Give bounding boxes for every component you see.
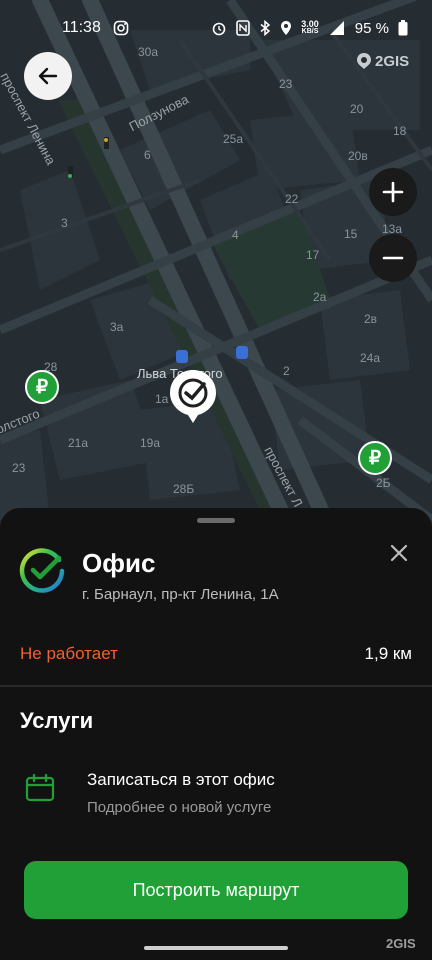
bottom-sheet[interactable]: Офис г. Барнаул, пр-кт Ленина, 1А Не раб… xyxy=(0,508,432,960)
calendar-icon xyxy=(25,773,55,802)
back-button[interactable] xyxy=(24,52,72,100)
plus-icon xyxy=(382,181,404,203)
zoom-in-button[interactable] xyxy=(369,168,417,216)
book-appointment-link[interactable]: Записаться в этот офис xyxy=(87,770,275,790)
map-view[interactable]: проспект Ленина Ползунова Толстого просп… xyxy=(0,0,432,530)
gesture-nav-bar[interactable] xyxy=(144,946,288,950)
network-4g-icon xyxy=(329,21,344,35)
house-number: 3 xyxy=(61,216,68,230)
service-details-link[interactable]: Подробнее о новой услуге xyxy=(87,799,271,816)
bluetooth-icon xyxy=(260,20,271,36)
house-number: 1а xyxy=(155,392,169,406)
build-route-button[interactable]: Построить маршрут xyxy=(24,861,408,919)
house-number: 21а xyxy=(68,436,89,450)
battery-percent: 95 % xyxy=(354,19,389,37)
house-number: 4 xyxy=(232,228,239,242)
house-number: 2а xyxy=(313,290,327,304)
house-number: 24а xyxy=(360,351,381,365)
office-title: Офис xyxy=(82,548,156,578)
bus-stop-icon[interactable] xyxy=(176,350,188,363)
atm-pin[interactable]: ₽ xyxy=(358,441,392,475)
ruble-icon: ₽ xyxy=(368,447,382,469)
services-heading: Услуги xyxy=(20,708,94,733)
house-number: 17 xyxy=(306,248,320,262)
office-pin[interactable] xyxy=(168,368,218,424)
house-number: 2 xyxy=(283,364,290,378)
atm-pin[interactable]: ₽ xyxy=(25,370,59,404)
clock: 11:38 xyxy=(62,19,101,36)
house-number: 23 xyxy=(12,461,26,475)
network-speed-unit: KB/S xyxy=(301,28,319,35)
network-speed-value: 3.00 xyxy=(301,19,319,29)
zoom-out-button[interactable] xyxy=(369,234,417,282)
battery-icon xyxy=(398,20,408,36)
house-number: 25а xyxy=(223,132,244,146)
working-status: Не работает xyxy=(20,644,118,663)
back-arrow-icon xyxy=(38,67,58,85)
office-address: г. Барнаул, пр-кт Ленина, 1А xyxy=(82,586,279,603)
house-number: 19а xyxy=(140,436,161,450)
house-number: 23 xyxy=(279,77,293,91)
house-number: 3а xyxy=(110,320,124,334)
house-number: 6 xyxy=(144,148,151,162)
house-number: 28Б xyxy=(173,482,195,496)
close-button[interactable] xyxy=(384,538,414,568)
nfc-icon xyxy=(236,20,251,36)
house-number: 15 xyxy=(344,227,358,241)
house-number: 18 xyxy=(393,124,407,138)
sheet-drag-handle[interactable] xyxy=(197,518,235,523)
network-speed: 3.00 KB/S xyxy=(301,20,319,36)
bus-stop-icon[interactable] xyxy=(236,346,248,359)
house-number: 2Б xyxy=(376,476,391,490)
sber-check-icon xyxy=(19,548,65,593)
minus-icon xyxy=(382,256,404,260)
status-bar: 11:38 3.00 KB/S 95 % xyxy=(0,0,432,56)
house-number: 20 xyxy=(350,102,364,116)
watermark: 2GIS xyxy=(386,936,416,951)
alarm-icon xyxy=(212,22,226,36)
close-icon xyxy=(390,544,408,562)
house-number: 20в xyxy=(348,149,368,163)
distance-value: 1,9 км xyxy=(364,644,412,663)
house-number: 22 xyxy=(285,192,299,206)
divider xyxy=(0,685,432,687)
house-number: 2в xyxy=(364,312,378,326)
instagram-icon xyxy=(113,20,129,36)
location-icon xyxy=(281,21,292,35)
ruble-icon: ₽ xyxy=(35,376,49,398)
